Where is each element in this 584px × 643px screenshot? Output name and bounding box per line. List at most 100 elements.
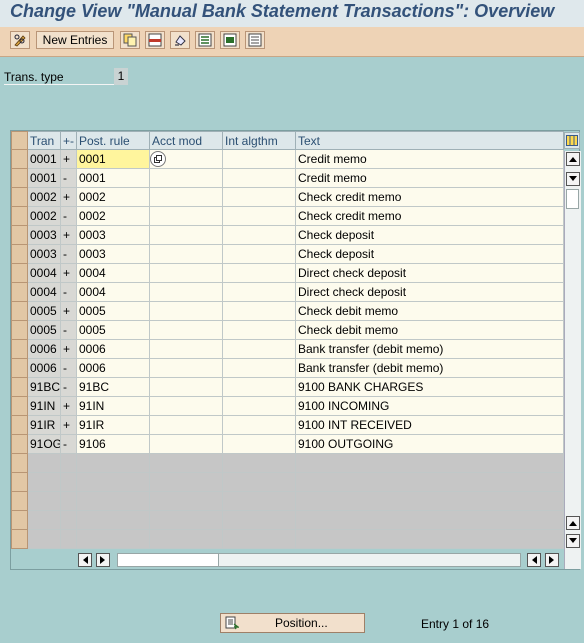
cell-acct-mod[interactable] xyxy=(149,434,223,454)
cell-text[interactable]: Credit memo xyxy=(295,149,564,169)
cell-text[interactable]: Bank transfer (debit memo) xyxy=(295,339,564,359)
cell-post-rule[interactable]: 0006 xyxy=(76,358,150,378)
cell-acct-mod[interactable] xyxy=(149,339,223,359)
cell-post-rule[interactable]: 0005 xyxy=(76,301,150,321)
cell-int-algthm[interactable] xyxy=(222,282,296,302)
new-entries-button[interactable]: New Entries xyxy=(36,31,114,49)
row-selector[interactable] xyxy=(11,149,28,169)
copy-button[interactable] xyxy=(120,31,140,49)
cell-int-algthm[interactable] xyxy=(222,187,296,207)
column-header-acct-mod[interactable]: Acct mod xyxy=(149,131,223,150)
row-selector[interactable] xyxy=(11,206,28,226)
column-header-int-algthm[interactable]: Int algthm xyxy=(222,131,296,150)
value-help-icon[interactable] xyxy=(150,151,166,167)
cell-int-algthm[interactable] xyxy=(222,149,296,169)
row-selector[interactable] xyxy=(11,434,28,454)
row-selector[interactable] xyxy=(11,225,28,245)
row-selector[interactable] xyxy=(11,282,28,302)
cell-post-rule[interactable]: 0003 xyxy=(76,225,150,245)
position-button[interactable]: Position... xyxy=(220,613,365,633)
cell-post-rule[interactable]: 0004 xyxy=(76,263,150,283)
row-selector[interactable] xyxy=(11,244,28,264)
deselect-all-button[interactable] xyxy=(245,31,265,49)
cell-text[interactable]: Check deposit xyxy=(295,244,564,264)
cell-acct-mod[interactable] xyxy=(149,358,223,378)
cell-acct-mod[interactable] xyxy=(149,168,223,188)
cell-int-algthm[interactable] xyxy=(222,168,296,188)
cell-int-algthm[interactable] xyxy=(222,263,296,283)
row-selector[interactable] xyxy=(11,491,28,511)
horizontal-scroll-track[interactable] xyxy=(117,553,521,567)
row-selector[interactable] xyxy=(11,453,28,473)
cell-post-rule[interactable]: 0001 xyxy=(76,149,150,169)
cell-acct-mod[interactable] xyxy=(149,301,223,321)
cell-int-algthm[interactable] xyxy=(222,358,296,378)
cell-text[interactable]: Bank transfer (debit memo) xyxy=(295,358,564,378)
cell-post-rule[interactable]: 91IN xyxy=(76,396,150,416)
column-header-text[interactable]: Text xyxy=(295,131,564,150)
column-header-tran[interactable]: Tran xyxy=(27,131,61,150)
cell-acct-mod[interactable] xyxy=(149,396,223,416)
cell-acct-mod[interactable] xyxy=(149,225,223,245)
display-change-button[interactable] xyxy=(10,31,30,49)
select-block-button[interactable] xyxy=(220,31,240,49)
horizontal-scrollbar[interactable] xyxy=(77,553,561,568)
row-selector[interactable] xyxy=(11,358,28,378)
cell-acct-mod[interactable] xyxy=(149,244,223,264)
row-selector[interactable] xyxy=(11,263,28,283)
cell-int-algthm[interactable] xyxy=(222,301,296,321)
row-selector[interactable] xyxy=(11,510,28,530)
cell-post-rule[interactable]: 0002 xyxy=(76,187,150,207)
cell-int-algthm[interactable] xyxy=(222,225,296,245)
cell-text[interactable]: Direct check deposit xyxy=(295,263,564,283)
cell-acct-mod[interactable] xyxy=(149,415,223,435)
row-selector[interactable] xyxy=(11,377,28,397)
page-up-button[interactable] xyxy=(566,172,580,186)
scroll-up-button[interactable] xyxy=(566,152,580,166)
cell-int-algthm[interactable] xyxy=(222,396,296,416)
row-selector[interactable] xyxy=(11,168,28,188)
cell-acct-mod[interactable] xyxy=(149,263,223,283)
scroll-right-button[interactable] xyxy=(545,553,559,567)
cell-acct-mod[interactable] xyxy=(149,187,223,207)
scroll-left-button[interactable] xyxy=(78,553,92,567)
cell-text[interactable]: Check credit memo xyxy=(295,206,564,226)
column-header-sign[interactable]: +- xyxy=(60,131,77,150)
cell-acct-mod[interactable] xyxy=(149,282,223,302)
row-selector[interactable] xyxy=(11,472,28,492)
scroll-down-button[interactable] xyxy=(566,534,580,548)
cell-acct-mod[interactable] xyxy=(149,149,223,169)
page-down-up-button[interactable] xyxy=(566,516,580,530)
cell-text[interactable]: 9100 BANK CHARGES xyxy=(295,377,564,397)
cell-text[interactable]: Check credit memo xyxy=(295,187,564,207)
cell-post-rule[interactable]: 9106 xyxy=(76,434,150,454)
row-selector[interactable] xyxy=(11,320,28,340)
horizontal-scroll-thumb[interactable] xyxy=(118,554,219,566)
cell-post-rule[interactable]: 0006 xyxy=(76,339,150,359)
cell-text[interactable]: Credit memo xyxy=(295,168,564,188)
undo-button[interactable] xyxy=(170,31,190,49)
cell-int-algthm[interactable] xyxy=(222,206,296,226)
vertical-scrollbar[interactable] xyxy=(564,151,581,569)
page-right-left-button[interactable] xyxy=(527,553,541,567)
cell-post-rule[interactable]: 0003 xyxy=(76,244,150,264)
page-left-button[interactable] xyxy=(96,553,110,567)
cell-post-rule[interactable]: 91IR xyxy=(76,415,150,435)
cell-text[interactable]: Direct check deposit xyxy=(295,282,564,302)
cell-post-rule[interactable]: 0004 xyxy=(76,282,150,302)
row-selector[interactable] xyxy=(11,301,28,321)
row-selector[interactable] xyxy=(11,396,28,416)
cell-int-algthm[interactable] xyxy=(222,415,296,435)
select-all-button[interactable] xyxy=(195,31,215,49)
row-selector[interactable] xyxy=(11,187,28,207)
cell-post-rule[interactable]: 0002 xyxy=(76,206,150,226)
cell-text[interactable]: Check debit memo xyxy=(295,320,564,340)
cell-post-rule[interactable]: 0005 xyxy=(76,320,150,340)
cell-acct-mod[interactable] xyxy=(149,320,223,340)
cell-int-algthm[interactable] xyxy=(222,320,296,340)
cell-int-algthm[interactable] xyxy=(222,244,296,264)
cell-text[interactable]: Check debit memo xyxy=(295,301,564,321)
cell-post-rule[interactable]: 91BC xyxy=(76,377,150,397)
cell-text[interactable]: Check deposit xyxy=(295,225,564,245)
cell-text[interactable]: 9100 OUTGOING xyxy=(295,434,564,454)
